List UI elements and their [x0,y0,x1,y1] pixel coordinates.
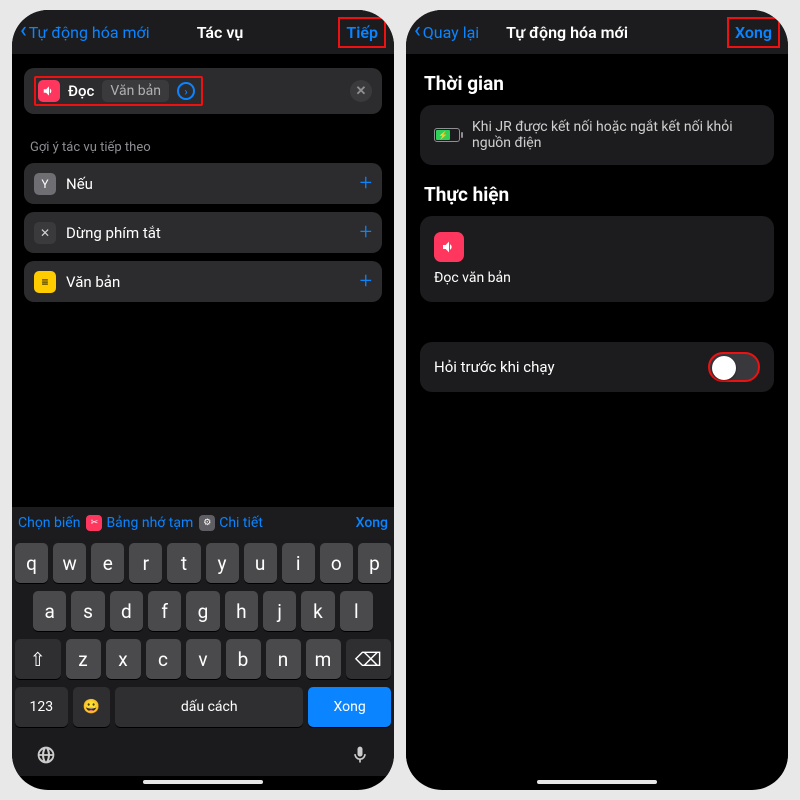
key-n[interactable]: n [266,639,301,679]
key-x[interactable]: x [106,639,141,679]
key-g[interactable]: g [186,591,219,631]
home-indicator[interactable] [537,780,657,784]
nav-bar: ‹ Tự động hóa mới Tác vụ Tiếp [12,10,394,54]
suggestions-header: Gợi ý tác vụ tiếp theo [30,140,376,155]
keyboard-done-button[interactable]: Xong [356,515,388,531]
choose-variable-button[interactable]: Chọn biến [18,515,80,531]
key-i[interactable]: i [282,543,315,583]
content-left: Đọc Văn bản › ✕ Gợi ý tác vụ tiếp theo Y… [12,54,394,507]
phone-left: ‹ Tự động hóa mới Tác vụ Tiếp Đọc Văn bả… [12,10,394,790]
nav-title: Tác vụ [102,23,339,42]
suggestion-label: Nếu [66,175,93,193]
content-right: Thời gian ⚡ Khi JR được kết nối hoặc ngắ… [406,54,788,776]
next-button[interactable]: Tiếp [338,17,386,48]
clipboard-label: Bảng nhớ tạm [106,515,193,531]
key-j[interactable]: j [263,591,296,631]
text-token-chip[interactable]: Văn bản [102,80,169,102]
keyboard-bottom-bar [12,741,394,776]
speak-action-group: Đọc Văn bản › [34,76,203,106]
details-chip[interactable]: ⚙ Chi tiết [199,515,263,531]
gear-icon: ⚙ [199,515,215,531]
key-f[interactable]: f [148,591,181,631]
trigger-card[interactable]: ⚡ Khi JR được kết nối hoặc ngắt kết nối … [420,105,774,165]
ask-before-run-toggle[interactable] [708,352,760,382]
key-return[interactable]: Xong [308,687,391,727]
execute-label: Đọc văn bản [434,270,760,286]
plus-icon[interactable]: + [360,269,372,294]
globe-icon[interactable] [36,745,56,770]
execute-card[interactable]: Đọc văn bản [420,216,774,302]
suggestion-row-stop[interactable]: ✕ Dừng phím tắt + [24,212,382,253]
done-button[interactable]: Xong [727,17,780,48]
key-shift[interactable]: ⇧ [15,639,61,679]
key-a[interactable]: a [33,591,66,631]
key-m[interactable]: m [306,639,341,679]
scissors-icon: ✂ [86,515,102,531]
text-icon: ≡ [34,271,56,293]
speak-icon [434,232,464,262]
suggestion-label: Văn bản [66,273,120,291]
plus-icon[interactable]: + [360,171,372,196]
details-label: Chi tiết [219,515,263,531]
key-s[interactable]: s [71,591,104,631]
suggestion-list: Y Nếu + ✕ Dừng phím tắt + ≡ Văn bản + [24,163,382,310]
chevron-left-icon: ‹ [20,20,27,42]
branch-icon: Y [34,173,56,195]
suggestion-label: Dừng phím tắt [66,224,161,242]
key-v[interactable]: v [186,639,221,679]
keyboard-row-2: a s d f g h j k l [15,591,391,631]
key-q[interactable]: q [15,543,48,583]
key-b[interactable]: b [226,639,261,679]
speak-action-row[interactable]: Đọc Văn bản › ✕ [24,68,382,114]
keyboard-row-1: q w e r t y u i o p [15,543,391,583]
speak-label: Đọc [68,82,94,100]
key-emoji[interactable]: 😀 [73,687,111,727]
plus-icon[interactable]: + [360,220,372,245]
time-section-title: Thời gian [424,72,770,95]
suggestion-row-text[interactable]: ≡ Văn bản + [24,261,382,302]
key-u[interactable]: u [244,543,277,583]
key-backspace[interactable]: ⌫ [346,639,392,679]
key-h[interactable]: h [225,591,258,631]
key-t[interactable]: t [167,543,200,583]
nav-bar: ‹ Quay lại Tự động hóa mới Xong [406,10,788,54]
phone-right: ‹ Quay lại Tự động hóa mới Xong Thời gia… [406,10,788,790]
clipboard-chip[interactable]: ✂ Bảng nhớ tạm [86,515,193,531]
key-d[interactable]: d [110,591,143,631]
close-icon: ✕ [34,222,56,244]
clear-action-button[interactable]: ✕ [350,80,372,102]
chevron-circle-icon[interactable]: › [177,82,195,100]
battery-icon: ⚡ [434,128,460,142]
key-w[interactable]: w [53,543,86,583]
key-p[interactable]: p [358,543,391,583]
mic-icon[interactable] [350,745,370,770]
home-indicator[interactable] [143,780,263,784]
key-l[interactable]: l [340,591,373,631]
nav-title: Tự động hóa mới [407,23,727,42]
speak-icon [38,80,60,102]
toggle-knob [712,356,736,380]
keyboard-row-4: 123 😀 dấu cách Xong [15,687,391,727]
key-o[interactable]: o [320,543,353,583]
ask-before-run-row: Hỏi trước khi chạy [420,342,774,392]
trigger-text: Khi JR được kết nối hoặc ngắt kết nối kh… [472,119,760,151]
keyboard: q w e r t y u i o p a s d f g h j k l ⇧ … [12,539,394,741]
key-r[interactable]: r [129,543,162,583]
key-space[interactable]: dấu cách [115,687,303,727]
ask-before-run-label: Hỏi trước khi chạy [434,358,555,376]
key-y[interactable]: y [206,543,239,583]
suggestion-row-if[interactable]: Y Nếu + [24,163,382,204]
key-c[interactable]: c [146,639,181,679]
keyboard-toolbar: Chọn biến ✂ Bảng nhớ tạm ⚙ Chi tiết Xong [12,507,394,539]
keyboard-row-3: ⇧ z x c v b n m ⌫ [15,639,391,679]
exec-section-title: Thực hiện [424,183,770,206]
key-123[interactable]: 123 [15,687,68,727]
key-k[interactable]: k [301,591,334,631]
key-e[interactable]: e [91,543,124,583]
key-z[interactable]: z [66,639,101,679]
